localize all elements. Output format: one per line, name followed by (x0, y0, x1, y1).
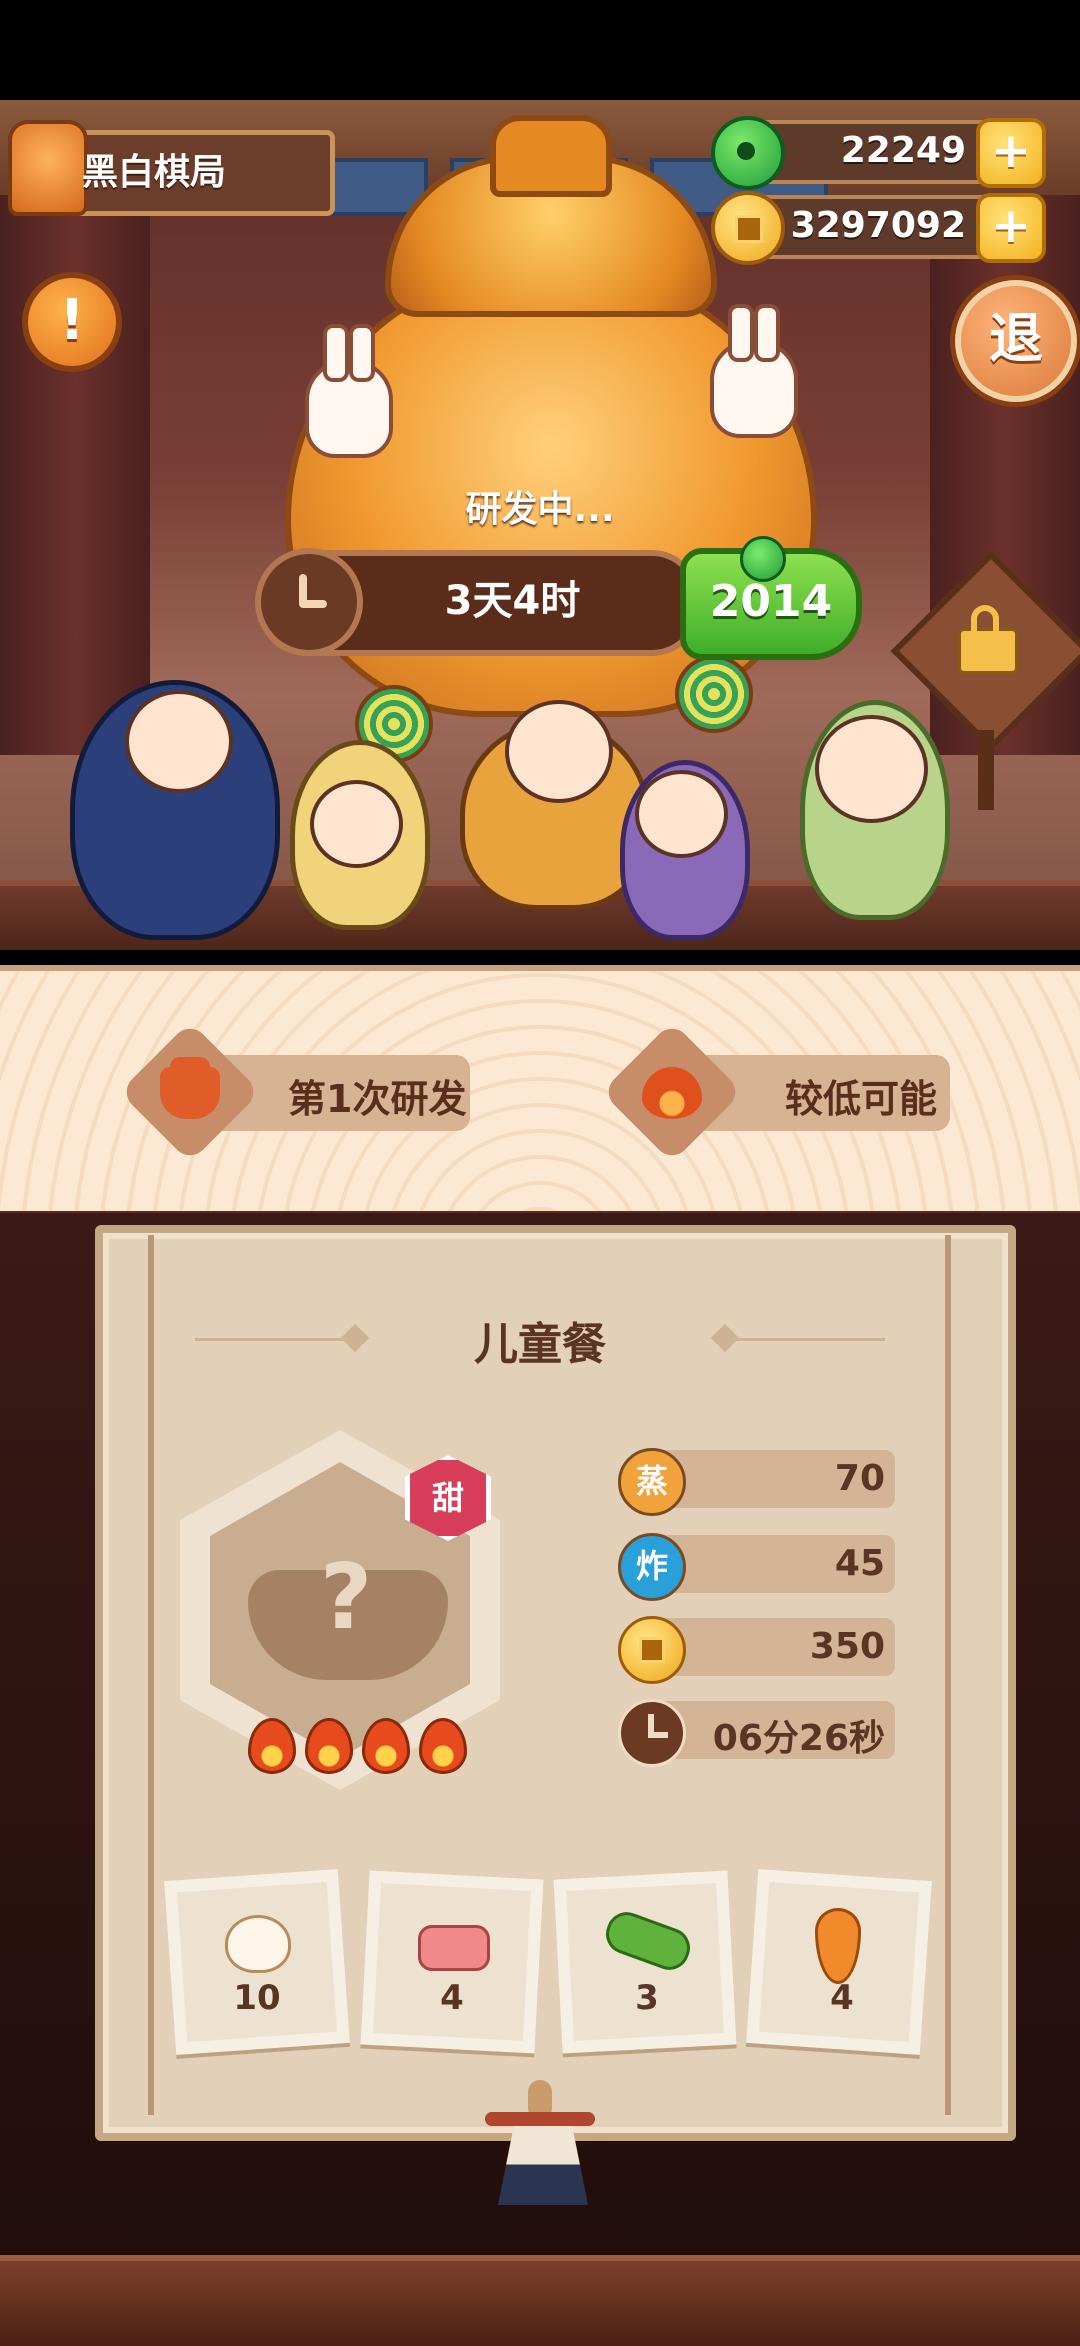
character-face (310, 780, 403, 868)
gold-amount: 3297092 (790, 205, 966, 246)
dish-name: 儿童餐 (474, 1319, 606, 1370)
bottom-shelf (0, 2255, 1080, 2346)
jade-currency: 22249 + (711, 116, 1046, 190)
egg-icon (225, 1915, 291, 1973)
rabbit-left-icon (305, 324, 393, 458)
character-face (815, 715, 928, 823)
stat-value: 70 (834, 1458, 885, 1499)
divider (725, 1338, 885, 1341)
gold-coin-icon (711, 191, 785, 265)
unknown-mark: ? (320, 1545, 373, 1650)
ingredient-count: 4 (440, 1978, 464, 2018)
pot-icon (160, 1057, 220, 1119)
add-jade-button[interactable]: + (976, 118, 1046, 188)
jade-amount: 22249 (840, 130, 966, 171)
character-face (125, 690, 233, 793)
research-status: 研发中... (465, 489, 615, 530)
swirl-ornament-icon (675, 655, 753, 733)
ornament-bow (485, 2112, 595, 2126)
ingredient-count: 3 (635, 1978, 659, 2018)
lock-icon (958, 605, 1018, 674)
stat-value: 45 (834, 1543, 885, 1584)
speedup-cost: 2014 (709, 576, 833, 627)
exit-button[interactable]: 退 (955, 280, 1077, 402)
character-face (635, 770, 728, 858)
time-remaining: 3天4时 (444, 578, 581, 624)
add-gold-button[interactable]: + (976, 193, 1046, 263)
stat-value: 06分26秒 (712, 1718, 885, 1759)
character-face (505, 700, 613, 803)
ingredient-count: 4 (830, 1978, 854, 2018)
attempt-label: 第1次研发 (288, 1077, 467, 1121)
jade-icon (711, 116, 785, 190)
chance-label: 较低可能 (785, 1077, 938, 1121)
ingredient-count: 10 (233, 1978, 281, 2018)
sign-post (978, 730, 994, 810)
gold-currency: 3297092 + (711, 191, 1046, 265)
chess-king-icon (8, 120, 88, 216)
pork-icon (418, 1925, 490, 1971)
rabbit-right-icon (710, 304, 798, 438)
stat-value: 350 (809, 1626, 885, 1667)
pot-knob (490, 115, 612, 197)
clock-icon (255, 548, 363, 656)
alert-button[interactable]: ! (22, 272, 122, 372)
location-name: 黑白棋局 (82, 152, 227, 193)
jade-icon (740, 536, 786, 582)
